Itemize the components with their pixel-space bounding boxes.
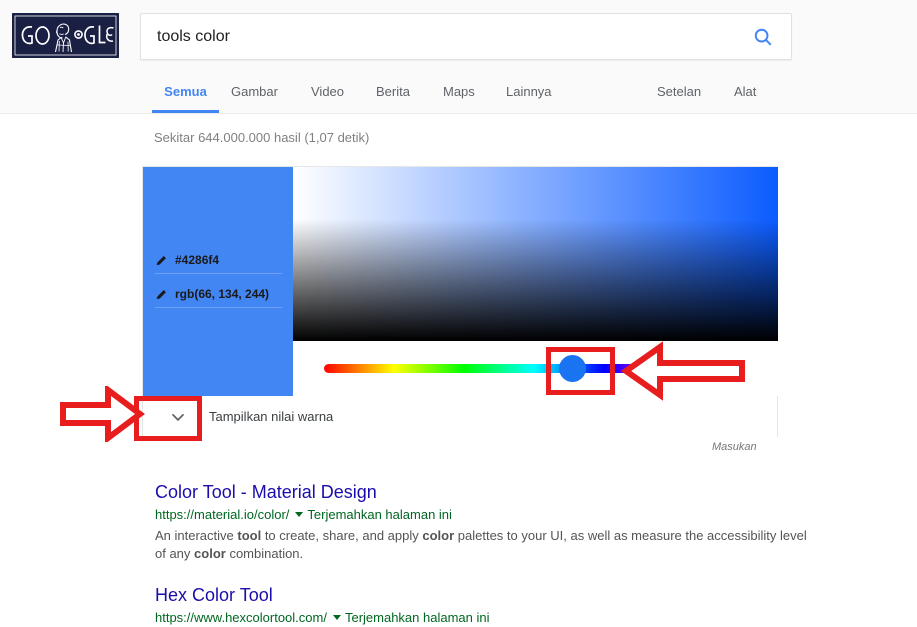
search-box[interactable]: tools color (140, 13, 792, 60)
hex-value-text: #4286f4 (175, 253, 220, 267)
pencil-icon (156, 255, 166, 265)
result-url-line: https://material.io/color/ Terjemahkan h… (155, 505, 815, 524)
doodle-artwork (12, 13, 119, 58)
tools-link[interactable]: Alat (734, 76, 756, 113)
tab-lainnya[interactable]: Lainnya (506, 76, 552, 113)
result-title[interactable]: Color Tool - Material Design (155, 481, 815, 503)
search-result-1: Color Tool - Material Design https://mat… (155, 481, 815, 563)
hue-slider-row (293, 341, 778, 397)
search-icon (754, 28, 772, 45)
search-nav-tabs: Semua Gambar Video Berita Maps Lainnya S… (0, 76, 917, 113)
settings-link[interactable]: Setelan (657, 76, 701, 113)
show-color-values-toggle[interactable] (144, 397, 212, 436)
show-color-values-row[interactable]: Tampilkan nilai warna (143, 396, 777, 437)
result-url[interactable]: https://material.io/color/ (155, 505, 289, 524)
circle-cursor-icon[interactable] (787, 170, 806, 189)
google-doodle-logo[interactable] (12, 13, 119, 58)
result-stats: Sekitar 644.000.000 hasil (1,07 detik) (154, 130, 370, 145)
chevron-down-icon[interactable] (295, 512, 304, 517)
hue-slider-track[interactable] (324, 364, 744, 373)
color-picker-card: #4286f4 rgb(66, 134, 244) Tampilkan nila… (142, 166, 806, 437)
tab-video[interactable]: Video (311, 76, 344, 113)
rgb-value-text: rgb(66, 134, 244) (175, 287, 270, 301)
result-translate-link[interactable]: Terjemahkan halaman ini (307, 505, 452, 524)
rgb-value-row[interactable]: rgb(66, 134, 244) (155, 281, 282, 308)
hex-value-row[interactable]: #4286f4 (155, 247, 282, 274)
tab-semua[interactable]: Semua (152, 76, 219, 113)
result-title[interactable]: Hex Color Tool (155, 584, 815, 606)
hue-slider-thumb[interactable] (559, 355, 586, 382)
annotation-arrow-to-chevron (60, 386, 145, 442)
search-input[interactable]: tools color (157, 14, 717, 59)
result-snippet: An interactive tool to create, share, an… (155, 528, 807, 561)
feedback-label[interactable]: Masukan (712, 441, 757, 453)
pencil-icon (156, 289, 166, 299)
color-swatch-preview: #4286f4 rgb(66, 134, 244) (143, 167, 293, 396)
tab-gambar[interactable]: Gambar (231, 76, 278, 113)
result-translate-link[interactable]: Terjemahkan halaman ini (345, 608, 490, 627)
result-url[interactable]: https://www.hexcolortool.com/ (155, 608, 327, 627)
show-color-values-label: Tampilkan nilai warna (209, 409, 334, 424)
search-result-2: Hex Color Tool https://www.hexcolortool.… (155, 584, 815, 627)
result-url-line: https://www.hexcolortool.com/ Terjemahka… (155, 608, 815, 627)
tab-berita[interactable]: Berita (376, 76, 410, 113)
tab-maps[interactable]: Maps (443, 76, 475, 113)
page-header: tools color Semua Gambar Video Berita Ma… (0, 0, 917, 114)
search-button[interactable] (735, 14, 791, 59)
chevron-down-icon[interactable] (332, 615, 341, 620)
saturation-value-gradient[interactable] (293, 167, 806, 341)
chevron-down-icon (172, 413, 184, 421)
